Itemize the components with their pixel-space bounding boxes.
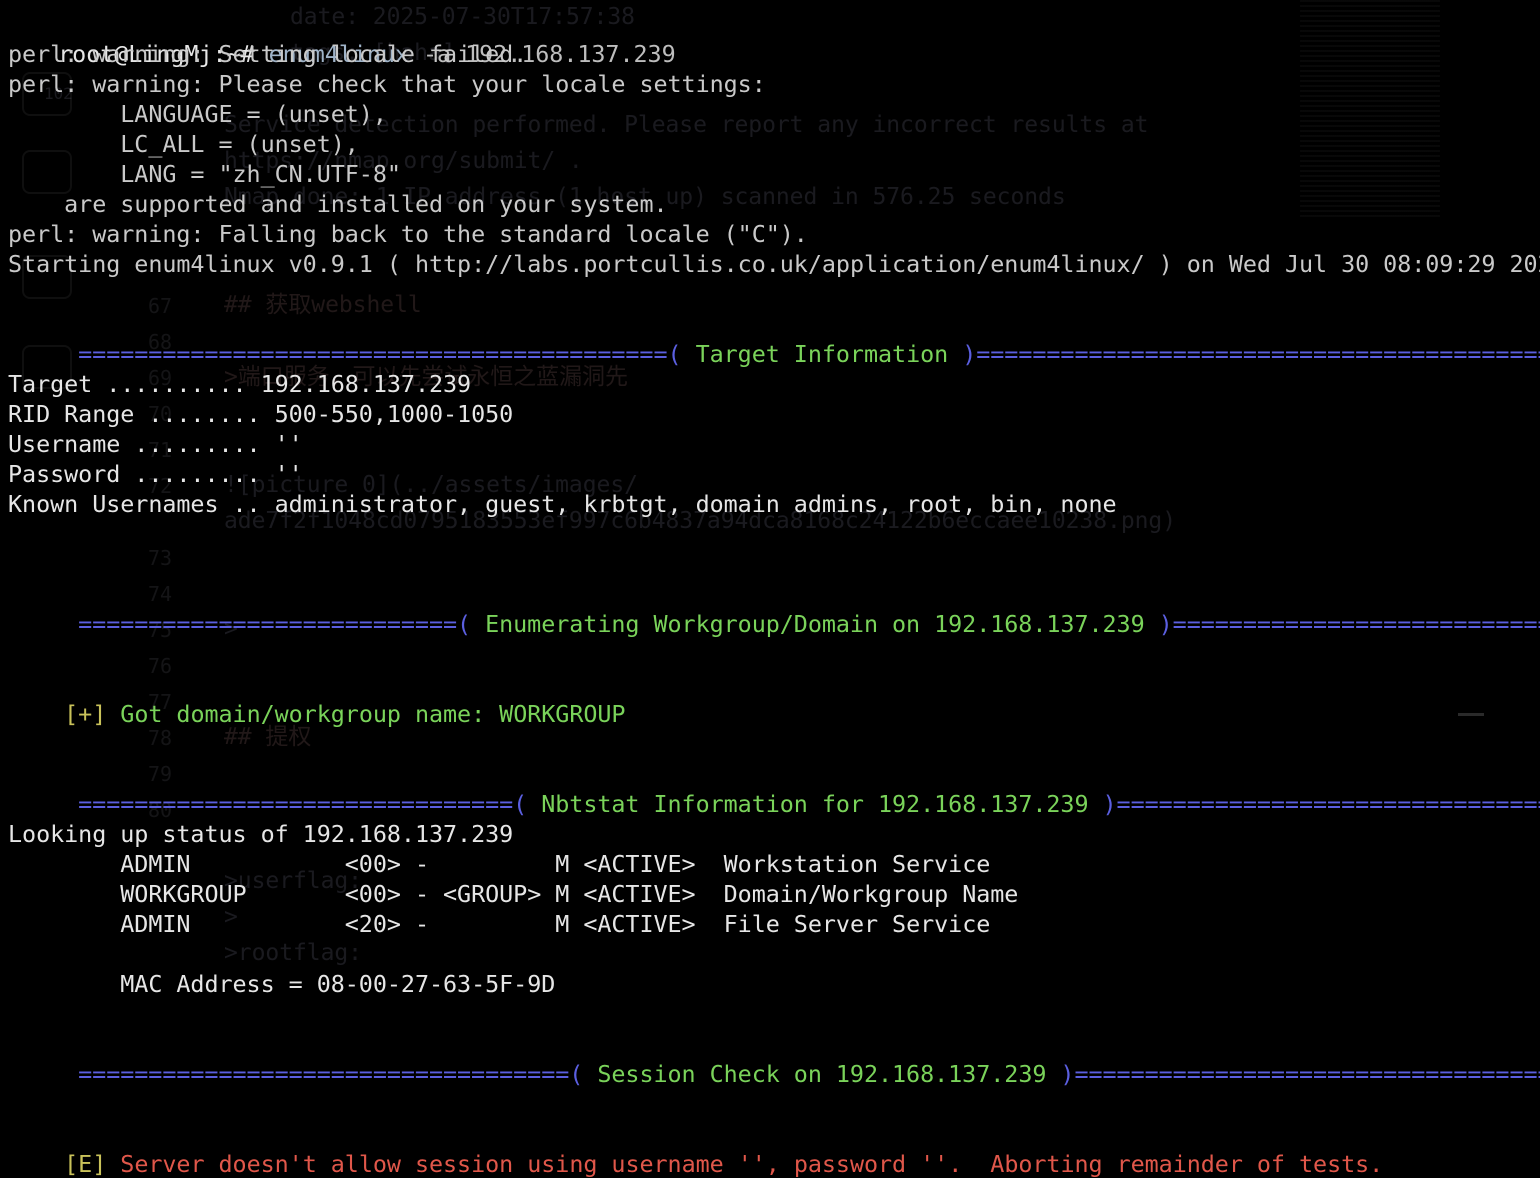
nbtstat-row: ADMIN <20> - M <ACTIVE> File Server Serv… [8, 910, 991, 938]
username-line: Username ......... '' [8, 430, 303, 458]
rid-range-line: RID Range ........ 500-550,1000-1050 [8, 400, 514, 428]
section-header-target: ========================================… [22, 309, 1540, 368]
section-title: Nbtstat Information for 192.168.137.239 [527, 790, 1103, 818]
editor-scroll-mark [1458, 713, 1484, 716]
rule-left: ========================================… [78, 340, 682, 368]
nbtstat-row: WORKGROUP <00> - <GROUP> M <ACTIVE> Doma… [8, 880, 1019, 908]
session-result: [E] Server doesn't allow session using u… [8, 1119, 1383, 1178]
warning-line: LANGUAGE = (unset), [8, 100, 387, 128]
section-title: Session Check on 192.168.137.239 [583, 1060, 1061, 1088]
starting-line: Starting enum4linux v0.9.1 ( http://labs… [8, 250, 1540, 278]
section-title: Enumerating Workgroup/Domain on 192.168.… [471, 610, 1159, 638]
password-line: Password ......... '' [8, 460, 303, 488]
warning-line: LC_ALL = (unset), [8, 130, 359, 158]
warning-line: perl: warning: Please check that your lo… [8, 70, 766, 98]
editor-line-number: 73 [148, 546, 172, 570]
editor-line: ## 提权 [224, 724, 312, 750]
editor-line-number: 78 [148, 726, 172, 750]
section-header-session: ===================================( Ses… [22, 1029, 1540, 1088]
command-line[interactable]: root@LingMj:~# enum4linux -a 192.168.137… [2, 9, 676, 68]
known-usernames-line: Known Usernames .. administrator, guest,… [8, 490, 1117, 518]
rule-right: )=================================== [1060, 1060, 1540, 1088]
rule-left: ===========================( [78, 610, 472, 638]
success-tag: [+] [64, 700, 107, 728]
nbtstat-row: ADMIN <00> - M <ACTIVE> Workstation Serv… [8, 850, 991, 878]
terminal-window[interactable]: 102 date: 2025-07-30T17:57:38 tags: [hah… [0, 0, 1540, 1178]
section-header-workgroup: ===========================( Enumerating… [22, 579, 1540, 638]
target-line: Target .......... 192.168.137.239 [8, 370, 472, 398]
mac-address-line: MAC Address = 08-00-27-63-5F-9D [8, 970, 556, 998]
nbtstat-header: Looking up status of 192.168.137.239 [8, 820, 514, 848]
warning-line: perl: warning: Falling back to the stand… [8, 220, 808, 248]
rule-right: )=========================== [1158, 610, 1540, 638]
result-text: Got domain/workgroup name: WORKGROUP [106, 700, 626, 728]
error-text: Server doesn't allow session using usern… [106, 1150, 1384, 1178]
warning-line: are supported and installed on your syst… [8, 190, 668, 218]
section-header-nbtstat: ===============================( Nbtstat… [22, 759, 1540, 818]
workgroup-result: [+] Got domain/workgroup name: WORKGROUP [8, 669, 625, 728]
rule-right: )=============================== [1102, 790, 1540, 818]
section-title: Target Information [681, 340, 963, 368]
editor-minimap [1300, 0, 1440, 220]
rule-right: )=======================================… [962, 340, 1540, 368]
editor-line: >rootflag: [224, 940, 362, 966]
error-tag: [E] [64, 1150, 107, 1178]
warning-line: LANG = "zh_CN.UTF-8" [8, 160, 401, 188]
rule-left: ===================================( [78, 1060, 584, 1088]
warning-line: perl: warning: Setting locale failed. [8, 40, 528, 68]
rule-left: ===============================( [78, 790, 528, 818]
